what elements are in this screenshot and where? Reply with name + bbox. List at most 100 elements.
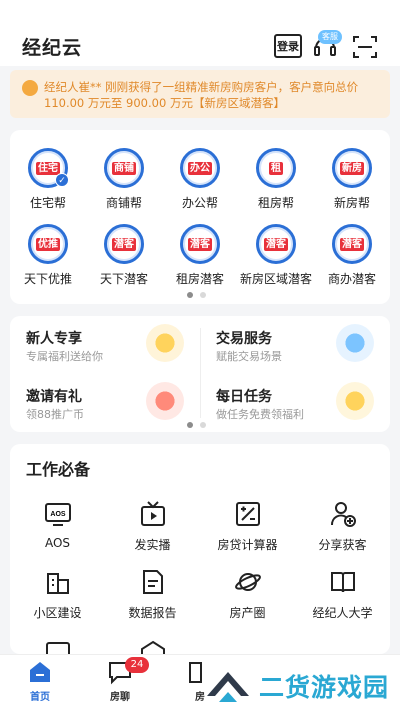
- grid-item-label: 商铺帮: [105, 196, 142, 210]
- grid-item-zufang[interactable]: 租 租房帮: [238, 148, 314, 211]
- unread-badge: 24: [125, 657, 149, 673]
- live-icon: [140, 501, 165, 526]
- zufang-logo-icon: 租: [256, 148, 296, 188]
- grid-item-label: 新房区域潜客: [239, 272, 312, 286]
- bangong-logo-icon: 办公: [180, 148, 220, 188]
- page-dot: [187, 422, 193, 428]
- handshake-icon: [336, 324, 374, 362]
- verified-icon: ✓: [55, 173, 69, 187]
- grid-item-label: 办公帮: [181, 196, 218, 210]
- work-item-community[interactable]: 小区建设: [10, 568, 105, 621]
- youtui-logo-icon: 优推: [28, 224, 68, 264]
- tab-chat[interactable]: 房聊 24: [80, 657, 160, 703]
- more-icon: [141, 640, 165, 654]
- shangpu-logo-icon: 商铺: [104, 148, 144, 188]
- qianke-logo-icon: 潜客: [104, 224, 144, 264]
- home-icon: [30, 662, 50, 682]
- grid-item-label: 住宅帮: [29, 196, 66, 210]
- grid-item-tianxia-qianke[interactable]: 潜客 天下潜客: [86, 224, 162, 287]
- promo-subtitle: 赋能交易场景: [216, 350, 282, 363]
- qianke-logo-icon: 潜客: [180, 224, 220, 264]
- page-indicator: [187, 292, 206, 298]
- task-list-icon: [336, 382, 374, 420]
- promo-newbie[interactable]: 新人专享 专属福利送给你: [10, 316, 200, 372]
- report-icon: [142, 570, 163, 594]
- notice-banner[interactable]: 经纪人崔** 刚刚获得了一组精准新房购房客户，客户意向总价 110.00 万元至…: [10, 70, 390, 118]
- grid-item-zhuzhai[interactable]: 住宅 ✓ 住宅帮: [10, 148, 86, 211]
- notice-text: 经纪人崔** 刚刚获得了一组精准新房购房客户，客户意向总价 110.00 万元至…: [44, 79, 384, 111]
- coin-icon: [146, 324, 184, 362]
- share-user-icon: [330, 502, 356, 527]
- planet-icon: [234, 573, 261, 591]
- work-item-university[interactable]: 经纪人大学: [295, 568, 390, 621]
- promo-trade[interactable]: 交易服务 赋能交易场景: [200, 316, 390, 372]
- page-indicator: [187, 422, 206, 428]
- svg-text:AOS: AOS: [50, 511, 66, 518]
- promo-subtitle: 专属福利送给你: [26, 350, 103, 363]
- qianke-logo-icon: 潜客: [332, 224, 372, 264]
- work-item-share[interactable]: 分享获客: [295, 500, 390, 553]
- grid-item-xinfang-quyu-qianke[interactable]: 潜客 新房区域潜客: [238, 224, 314, 287]
- scan-icon[interactable]: [352, 34, 378, 60]
- qianke-logo-icon: 潜客: [256, 224, 296, 264]
- watermark: 二货游戏园: [205, 660, 400, 711]
- tab-label: 房聊: [110, 692, 130, 703]
- notice-tag: 【新房区域潜客】: [192, 96, 285, 110]
- tab-home[interactable]: 首页: [0, 659, 80, 703]
- grid-item-shangban-qianke[interactable]: 潜客 商办潜客: [314, 224, 390, 287]
- book-icon: [330, 572, 355, 593]
- app-title: 经纪云: [22, 37, 83, 59]
- more-icon: [46, 642, 70, 654]
- promo-title: 交易服务: [216, 331, 272, 347]
- promo-invite[interactable]: 邀请有礼 领88推广币: [10, 374, 200, 430]
- work-item-label: 房产圈: [229, 606, 266, 620]
- service-grid: 住宅 ✓ 住宅帮 商铺 商铺帮 办公 办公帮 租 租房帮 新房 新房帮 优推 天下…: [10, 130, 390, 304]
- tab-label: 首页: [30, 692, 50, 703]
- work-item-label: 小区建设: [33, 606, 82, 620]
- work-item-aos[interactable]: AOS AOS: [10, 500, 105, 550]
- grid-item-label: 新房帮: [333, 196, 370, 210]
- grid-item-youtui[interactable]: 优推 天下优推: [10, 224, 86, 287]
- grid-item-xinfang[interactable]: 新房 新房帮: [314, 148, 390, 211]
- section-title: 工作必备: [26, 460, 91, 479]
- zhuzhai-logo-icon: 住宅 ✓: [28, 148, 69, 188]
- work-item-live[interactable]: 发实播: [105, 500, 200, 553]
- grid-item-shangpu[interactable]: 商铺 商铺帮: [86, 148, 162, 211]
- grid-item-label: 租房潜客: [175, 272, 224, 286]
- app-header: 经纪云 登录 客服: [0, 0, 400, 66]
- work-item-label: 房贷计算器: [217, 538, 278, 552]
- grid-item-label: 租房帮: [257, 196, 294, 210]
- gift-icon: [146, 382, 184, 420]
- grid-item-zufang-qianke[interactable]: 潜客 租房潜客: [162, 224, 238, 287]
- xinfang-logo-icon: 新房: [332, 148, 372, 188]
- work-item-label: 经纪人大学: [312, 606, 373, 620]
- page-dot: [200, 422, 206, 428]
- promo-title: 新人专享: [26, 331, 82, 347]
- page-dot: [200, 292, 206, 298]
- divider: [200, 328, 201, 418]
- work-item-circle[interactable]: 房产圈: [200, 568, 295, 621]
- grid-item-label: 商办潜客: [327, 272, 376, 286]
- work-item-label: AOS: [44, 536, 71, 550]
- page-dot: [187, 292, 193, 298]
- aos-icon: AOS: [44, 503, 71, 526]
- promo-title: 邀请有礼: [26, 389, 82, 405]
- work-item-report[interactable]: 数据报告: [105, 568, 200, 621]
- login-icon[interactable]: 登录: [274, 34, 302, 58]
- promo-subtitle: 做任务免费领福利: [216, 408, 304, 421]
- promo-title: 每日任务: [216, 389, 272, 405]
- grid-item-label: 天下潜客: [99, 272, 148, 286]
- promo-daily-task[interactable]: 每日任务 做任务免费领福利: [200, 374, 390, 430]
- customer-service-badge: 客服: [318, 30, 342, 44]
- watermark-logo-icon: [207, 671, 249, 702]
- promo-panel: 新人专享 专属福利送给你 交易服务 赋能交易场景 邀请有礼 领88推广币 每日任…: [10, 316, 390, 432]
- speaker-icon: [22, 80, 38, 96]
- work-item-label: 分享获客: [318, 538, 367, 552]
- grid-item-bangong[interactable]: 办公 办公帮: [162, 148, 238, 211]
- calculator-icon: [235, 502, 260, 526]
- building-icon: [46, 573, 69, 594]
- work-item-calculator[interactable]: 房贷计算器: [200, 500, 295, 553]
- work-essentials-panel: 工作必备 AOS AOS 发实播 房贷计算器 分享获客 小区建设 数据报告 房产…: [10, 444, 390, 654]
- watermark-text: 二货游戏园: [259, 672, 390, 702]
- work-item-label: 发实播: [134, 538, 171, 552]
